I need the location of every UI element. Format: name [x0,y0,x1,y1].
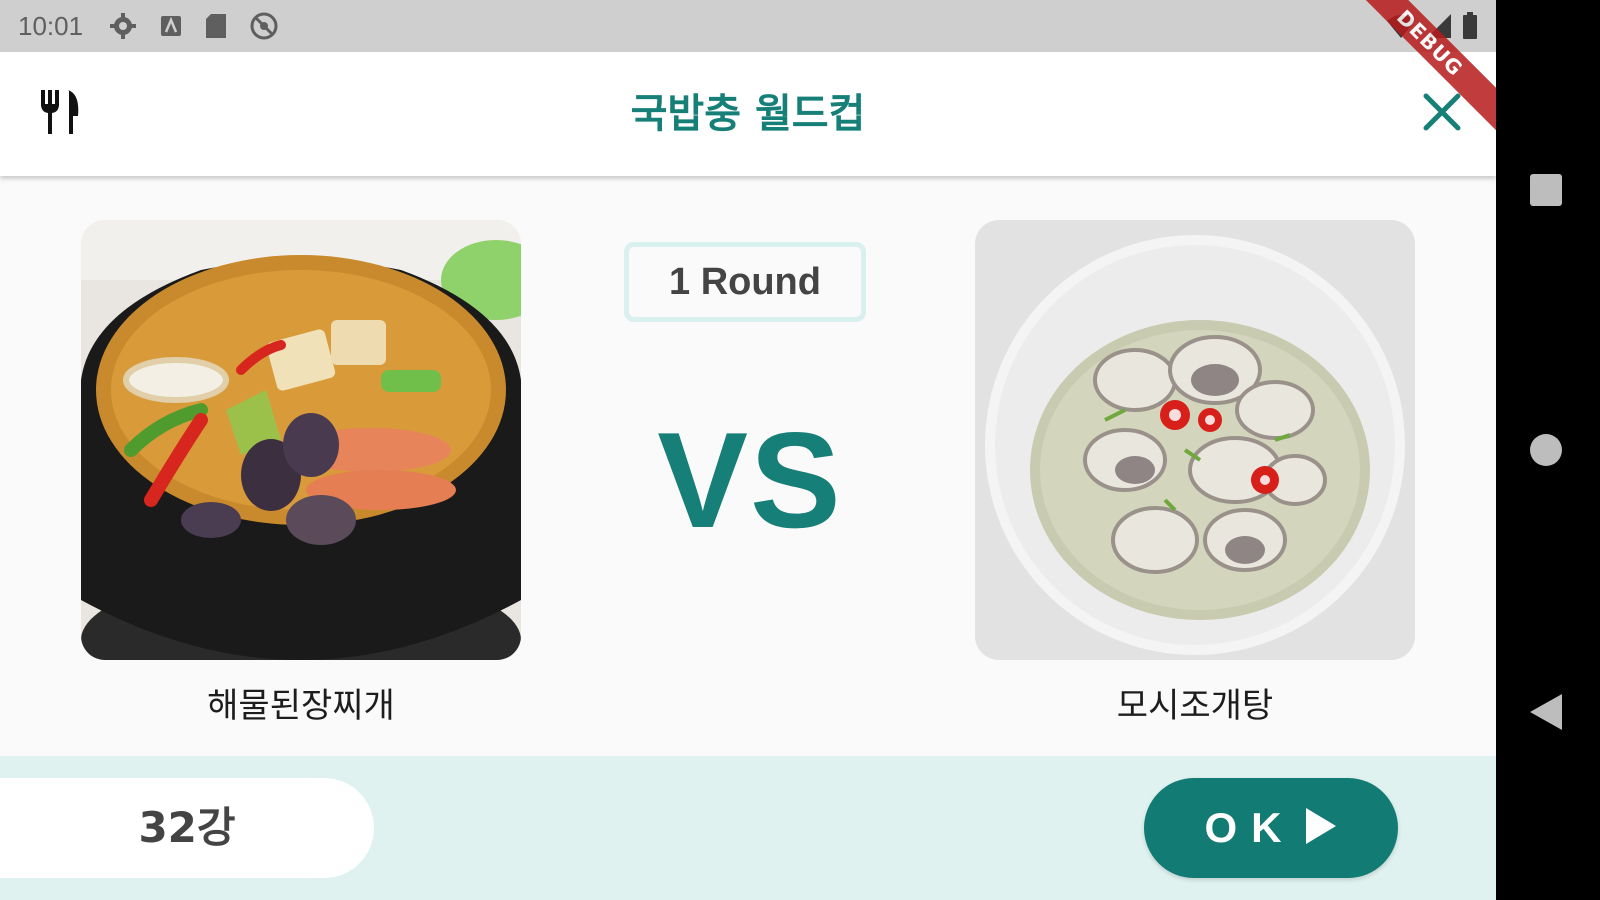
settings-icon [109,12,137,40]
play-arrow-icon [1304,806,1338,850]
page-title: 국밥충 월드컵 [630,91,866,137]
close-icon[interactable] [1422,92,1462,136]
left-food-name: 해물된장찌개 [207,686,395,726]
app-bar: 국밥충 월드컵 [0,52,1496,176]
system-nav-bar [1496,0,1600,900]
bottom-panel: 32강 OK [0,756,1496,900]
left-food-image[interactable] [81,220,521,660]
status-time: 10:01 [18,10,84,41]
ok-button-label: OK [1204,804,1296,851]
recents-button[interactable] [1528,172,1564,212]
status-bar: 10:01 [0,0,1496,52]
back-button[interactable] [1528,692,1564,736]
ok-button[interactable]: OK [1144,778,1398,878]
round-badge: 1 Round [624,242,866,322]
battery-icon [1462,12,1478,44]
right-food-image[interactable] [975,220,1415,660]
right-food-name: 모시조개탕 [1116,686,1274,726]
sd-card-icon [205,13,227,39]
right-food-card[interactable]: 모시조개탕 [975,220,1415,726]
do-not-disturb-icon [249,11,279,41]
left-food-card[interactable]: 해물된장찌개 [81,220,521,726]
bracket-count-pill: 32강 [0,778,374,878]
app-screen: 10:01 DEBUG 국밥충 월드컵 해물된장찌개 1 Round VS 모시… [0,0,1496,900]
vs-label: VS [657,404,843,556]
home-button[interactable] [1528,432,1564,472]
accessibility-icon [159,14,183,38]
